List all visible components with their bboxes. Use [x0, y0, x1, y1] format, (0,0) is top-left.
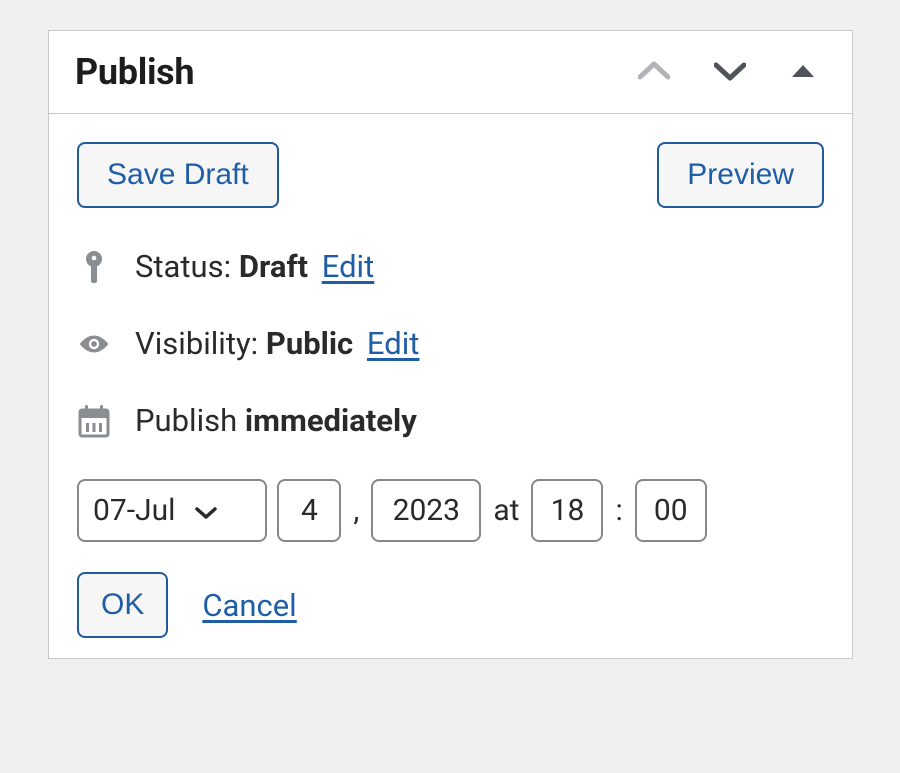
visibility-value: Public	[266, 325, 353, 362]
publish-label: Publish	[135, 402, 237, 439]
visibility-edit-link[interactable]: Edit	[367, 325, 420, 362]
action-row: OK Cancel	[77, 572, 824, 638]
status-label: Status:	[135, 248, 231, 285]
date-row: 07-Jul , at :	[77, 479, 824, 542]
collapse-button[interactable]	[786, 59, 820, 86]
publish-panel: Publish Save Draft Preview	[48, 30, 853, 659]
date-comma: ,	[351, 493, 361, 528]
date-at: at	[491, 493, 521, 528]
eye-icon	[77, 327, 111, 361]
header-controls	[634, 57, 828, 88]
year-input[interactable]	[371, 479, 481, 542]
calendar-icon	[77, 404, 111, 438]
month-value: 07-Jul	[93, 493, 175, 528]
chevron-down-icon	[714, 61, 746, 84]
top-button-row: Save Draft Preview	[77, 142, 824, 208]
status-text: Status: Draft Edit	[135, 248, 374, 285]
chevron-down-icon	[195, 493, 217, 528]
visibility-row: Visibility: Public Edit	[77, 325, 824, 362]
panel-header: Publish	[49, 31, 852, 114]
status-value: Draft	[239, 248, 308, 285]
month-select[interactable]: 07-Jul	[77, 479, 267, 542]
save-draft-button[interactable]: Save Draft	[77, 142, 279, 208]
chevron-up-icon	[638, 61, 670, 84]
hour-input[interactable]	[531, 479, 603, 542]
publish-value: immediately	[245, 402, 417, 439]
panel-body: Save Draft Preview Status: Draft Edit	[49, 114, 852, 638]
day-input[interactable]	[277, 479, 341, 542]
visibility-label: Visibility:	[135, 325, 258, 362]
panel-title: Publish	[75, 51, 194, 93]
publish-row: Publish immediately	[77, 402, 824, 439]
ok-button[interactable]: OK	[77, 572, 168, 638]
cancel-link[interactable]: Cancel	[202, 587, 296, 624]
date-colon: :	[613, 493, 624, 528]
preview-button[interactable]: Preview	[657, 142, 824, 208]
move-up-button[interactable]	[634, 57, 674, 88]
move-down-button[interactable]	[710, 57, 750, 88]
visibility-text: Visibility: Public Edit	[135, 325, 419, 362]
triangle-up-icon	[790, 63, 816, 82]
minute-input[interactable]	[635, 479, 707, 542]
status-row: Status: Draft Edit	[77, 248, 824, 285]
key-icon	[77, 250, 111, 284]
publish-text: Publish immediately	[135, 402, 417, 439]
status-edit-link[interactable]: Edit	[322, 248, 375, 285]
